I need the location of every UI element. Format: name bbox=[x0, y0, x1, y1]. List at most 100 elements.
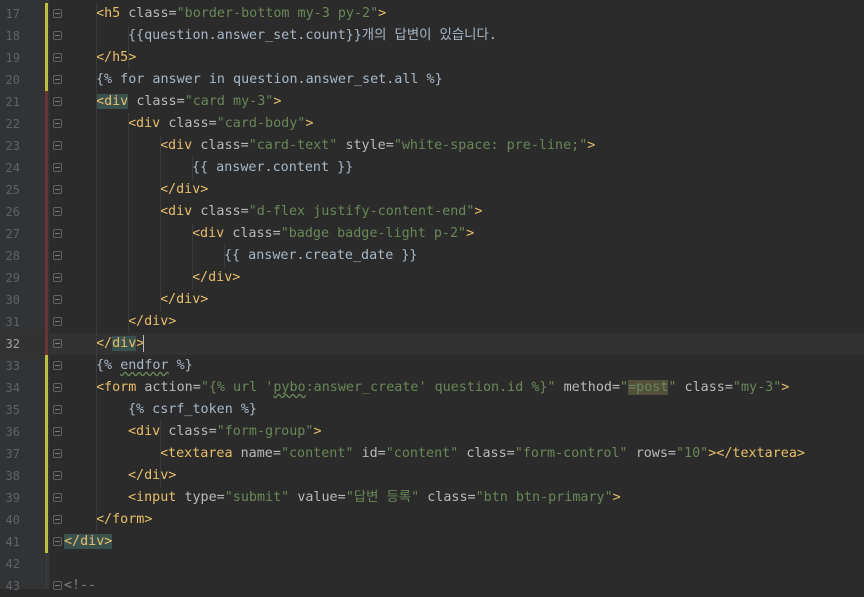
code-text: </div> bbox=[128, 311, 176, 333]
vcs-change-marker[interactable] bbox=[45, 3, 48, 91]
code-token: h5 bbox=[104, 6, 121, 21]
code-line[interactable]: 36 <div class="form-group"> bbox=[0, 421, 864, 443]
code-line[interactable]: 21 <div class="card my-3"> bbox=[0, 91, 864, 113]
fold-toggle-icon[interactable] bbox=[53, 229, 62, 238]
code-line[interactable]: 32 </div> bbox=[0, 333, 864, 355]
code-line[interactable]: 26 <div class="d-flex justify-content-end… bbox=[0, 201, 864, 223]
fold-toggle-icon[interactable] bbox=[53, 9, 62, 18]
fold-toggle-icon[interactable] bbox=[53, 119, 62, 128]
code-token: class= bbox=[128, 6, 177, 21]
fold-toggle-icon[interactable] bbox=[53, 295, 62, 304]
code-line[interactable]: 33 {% endfor %} bbox=[0, 355, 864, 377]
code-text: <div class="form-group"> bbox=[128, 421, 322, 443]
fold-toggle-icon[interactable] bbox=[53, 405, 62, 414]
code-text: <form action="{% url 'pybo:answer_create… bbox=[96, 377, 789, 399]
fold-toggle-icon[interactable] bbox=[53, 251, 62, 260]
fold-toggle-icon[interactable] bbox=[53, 31, 62, 40]
code-line[interactable]: 17 <h5 class="border-bottom my-3 py-2"> bbox=[0, 3, 864, 25]
code-token: "form-control" bbox=[514, 446, 628, 461]
code-text: </div> bbox=[192, 267, 240, 289]
line-number: 25 bbox=[5, 183, 20, 197]
fold-toggle-icon[interactable] bbox=[53, 53, 62, 62]
code-line[interactable]: 37 <textarea name="content" id="content" … bbox=[0, 443, 864, 465]
code-token: > bbox=[466, 226, 475, 241]
line-number: 32 bbox=[5, 337, 20, 351]
code-token: > bbox=[305, 116, 314, 131]
line-number: 26 bbox=[5, 205, 20, 219]
fold-toggle-icon[interactable] bbox=[53, 449, 62, 458]
code-line[interactable]: 40 </form> bbox=[0, 509, 864, 531]
code-line[interactable]: 27 <div class="badge badge-light p-2"> bbox=[0, 223, 864, 245]
code-token: class= bbox=[232, 226, 281, 241]
code-token: > bbox=[474, 204, 483, 219]
fold-toggle-icon[interactable] bbox=[53, 537, 62, 546]
fold-toggle-icon[interactable] bbox=[53, 97, 62, 106]
code-line[interactable]: 31 </div> bbox=[0, 311, 864, 333]
fold-toggle-icon[interactable] bbox=[53, 75, 62, 84]
code-token: </div> bbox=[128, 468, 177, 483]
code-line[interactable]: 24 {{ answer.content }} bbox=[0, 157, 864, 179]
code-token: "d-flex justify-content-end" bbox=[248, 204, 475, 219]
code-editor[interactable]: 17 <h5 class="border-bottom my-3 py-2"> 18… bbox=[0, 0, 864, 593]
code-token: class= bbox=[136, 94, 185, 109]
code-token: > bbox=[587, 138, 596, 153]
code-token: {% csrf_token %} bbox=[128, 402, 257, 417]
code-token: > bbox=[273, 94, 282, 109]
code-line[interactable]: 30 </div> bbox=[0, 289, 864, 311]
indent-guide bbox=[192, 157, 193, 179]
code-token: </form> bbox=[96, 512, 153, 527]
fold-toggle-icon[interactable] bbox=[53, 471, 62, 480]
code-token: > bbox=[612, 490, 621, 505]
fold-toggle-icon[interactable] bbox=[53, 339, 62, 348]
code-token: </div> bbox=[192, 270, 241, 285]
code-token: {{ answer.create_date }} bbox=[224, 248, 418, 263]
line-number: 20 bbox=[5, 73, 20, 87]
code-token: class= bbox=[684, 380, 733, 395]
code-line[interactable]: 41 </div> bbox=[0, 531, 864, 553]
code-line[interactable]: 42 bbox=[0, 553, 864, 575]
fold-toggle-icon[interactable] bbox=[53, 207, 62, 216]
code-token: method= bbox=[563, 380, 621, 395]
line-number: 18 bbox=[5, 29, 20, 43]
vcs-change-marker[interactable] bbox=[45, 355, 48, 553]
line-number: 30 bbox=[5, 293, 20, 307]
code-token: class= bbox=[200, 204, 249, 219]
code-line[interactable]: 20 {% for answer in question.answer_set.a… bbox=[0, 69, 864, 91]
fold-toggle-icon[interactable] bbox=[53, 361, 62, 370]
code-line[interactable]: 39 <input type="submit" value="답변 등록" cla… bbox=[0, 487, 864, 509]
fold-toggle-icon[interactable] bbox=[53, 427, 62, 436]
code-line[interactable]: 19 </h5> bbox=[0, 47, 864, 69]
code-text: <h5 class="border-bottom my-3 py-2"> bbox=[96, 3, 386, 25]
code-line[interactable]: 29 </div> bbox=[0, 267, 864, 289]
vcs-change-marker[interactable] bbox=[45, 91, 48, 355]
fold-toggle-icon[interactable] bbox=[53, 515, 62, 524]
fold-toggle-icon[interactable] bbox=[53, 185, 62, 194]
code-text: <div class="card-text" style="white-spac… bbox=[160, 135, 595, 157]
code-line[interactable]: 18 {{question.answer_set.count}}개의 답변이 있습… bbox=[0, 25, 864, 47]
code-text: {{question.answer_set.count}}개의 답변이 있습니다… bbox=[128, 25, 497, 47]
fold-toggle-icon[interactable] bbox=[53, 141, 62, 150]
code-token: rows= bbox=[635, 446, 676, 461]
code-line[interactable]: 43 <!-- bbox=[0, 575, 864, 597]
fold-toggle-icon[interactable] bbox=[53, 383, 62, 392]
code-token: </div> bbox=[128, 314, 177, 329]
code-token: class= bbox=[168, 424, 217, 439]
code-token: "white-space: pre-line;" bbox=[393, 138, 588, 153]
code-token: class= bbox=[168, 116, 217, 131]
code-text: </div> bbox=[96, 333, 145, 355]
fold-toggle-icon[interactable] bbox=[53, 163, 62, 172]
code-line[interactable]: 28 {{ answer.create_date }} bbox=[0, 245, 864, 267]
code-line[interactable]: 22 <div class="card-body"> bbox=[0, 113, 864, 135]
fold-toggle-icon[interactable] bbox=[53, 273, 62, 282]
fold-toggle-icon[interactable] bbox=[53, 493, 62, 502]
code-line[interactable]: 25 </div> bbox=[0, 179, 864, 201]
code-line[interactable]: 38 </div> bbox=[0, 465, 864, 487]
code-line[interactable]: 35 {% csrf_token %} bbox=[0, 399, 864, 421]
line-number: 33 bbox=[5, 359, 20, 373]
code-line[interactable]: 34 <form action="{% url 'pybo:answer_crea… bbox=[0, 377, 864, 399]
code-line[interactable]: 23 <div class="card-text" style="white-sp… bbox=[0, 135, 864, 157]
fold-toggle-icon[interactable] bbox=[53, 317, 62, 326]
code-token: " bbox=[620, 380, 629, 395]
